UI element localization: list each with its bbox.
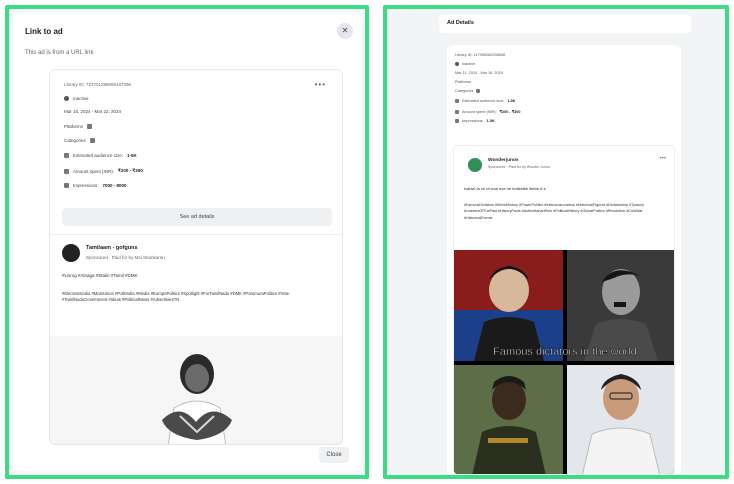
- audience-value: 1-5K: [127, 153, 137, 158]
- dates-row: Mar 15, 2024 - Mar 22, 2024: [64, 109, 121, 114]
- eye-icon: [455, 119, 459, 123]
- audience-icon: [64, 153, 69, 158]
- categories-label: Categories: [64, 138, 86, 143]
- impressions-label: Impressions:: [462, 119, 484, 123]
- ad-details-card: Library ID: 117955282038808 Inactive Mar…: [447, 45, 681, 475]
- money-icon: [64, 168, 69, 174]
- spend-value: ₹200 - ₹300: [499, 110, 521, 114]
- status-text: Inactive: [73, 96, 89, 101]
- sponsored-text: Sponsored · Paid for by Mai Shankaran: [86, 255, 165, 260]
- page-name[interactable]: Wonderjunos: [488, 158, 519, 163]
- impressions-label: Impressions:: [73, 183, 99, 188]
- library-id: Library ID: 117955282038808: [455, 53, 505, 57]
- platforms-label: Platforms: [64, 124, 84, 129]
- spend-label: Amount spent (INR):: [462, 109, 497, 114]
- category-icon: [89, 138, 95, 143]
- spend-row: Amount spent (INR): ₹200 - ₹300: [455, 109, 521, 114]
- ad-details-header: Ad Details: [439, 15, 691, 33]
- post-hashtags: #FamousDictators #WorldHistory #PowerPol…: [464, 203, 645, 220]
- dates-text: Mar 11, 2024 - Mar 18, 2024: [455, 71, 503, 75]
- categories-row: Categories: [455, 89, 481, 93]
- ad-post-preview: Wonderjunos Sponsored · Paid for by Wond…: [453, 145, 675, 475]
- avatar[interactable]: [62, 244, 80, 262]
- modal-title: Link to ad: [25, 27, 63, 36]
- link-to-ad-modal: Link to ad ✕ This ad is from a URL link …: [13, 13, 361, 471]
- divider: [50, 234, 342, 235]
- spend-row: Amount spent (INR): ₹200 - ₹300: [64, 168, 143, 174]
- status-dot-icon: [64, 96, 69, 101]
- library-id-text: Library ID: 117955282038808: [455, 53, 505, 57]
- money-icon: [455, 109, 459, 114]
- page-name[interactable]: Tamilaam - gofguns: [86, 245, 138, 251]
- audience-icon: [455, 99, 459, 103]
- dates-text: Mar 15, 2024 - Mar 22, 2024: [64, 109, 122, 114]
- impressions-row: Impressions: 7000 - 8000: [64, 183, 127, 188]
- status-row: Inactive: [64, 96, 89, 101]
- audience-value: 1-5K: [507, 99, 516, 103]
- page-title: Ad Details: [447, 20, 474, 26]
- spend-label: Amount spent (INR):: [73, 168, 115, 174]
- more-options-icon[interactable]: •••: [660, 156, 666, 162]
- ad-card: Library ID: 721701298086187296 ••• Inact…: [49, 69, 343, 445]
- dates-row: Mar 11, 2024 - Mar 18, 2024: [455, 71, 503, 75]
- collage-caption: Famous dictators in the world: [493, 346, 637, 358]
- status-dot-icon: [455, 62, 459, 66]
- see-ad-details-button[interactable]: See ad details: [62, 208, 332, 226]
- close-icon[interactable]: ✕: [337, 23, 353, 39]
- audience-label: Estimated audience size:: [73, 153, 124, 158]
- sponsored-text: Sponsored · Paid for by Wonder Junos: [488, 165, 550, 169]
- library-id: Library ID: 721701298086187296: [64, 82, 132, 87]
- impressions-row: Impressions: 1-5K: [455, 119, 495, 123]
- audience-row: Estimated audience size: 1-5K: [455, 99, 515, 103]
- impressions-value: 7000 - 8000: [102, 183, 127, 188]
- audience-label: Estimated audience size:: [462, 99, 505, 103]
- eye-icon: [64, 183, 69, 188]
- platforms-label: Platforms: [455, 80, 472, 84]
- left-screenshot-panel: Link to ad ✕ This ad is from a URL link …: [5, 5, 369, 479]
- info-icon[interactable]: [87, 124, 93, 129]
- dictators-collage-image: Famous dictators in the world: [454, 250, 674, 474]
- platforms-row: Platforms: [64, 124, 93, 129]
- right-screenshot-panel: Ad Details Library ID: 117955282038808 I…: [383, 5, 729, 479]
- modal-subtitle: This ad is from a URL link: [25, 50, 94, 56]
- status-text: Inactive: [462, 62, 476, 66]
- categories-row: Categories: [64, 138, 95, 143]
- impressions-value: 1-5K: [486, 119, 495, 123]
- platforms-row: Platforms: [455, 80, 471, 84]
- more-options-icon[interactable]: •••: [315, 80, 326, 89]
- audience-row: Estimated audience size: 1-5K: [64, 153, 137, 158]
- spend-value: ₹200 - ₹300: [118, 168, 143, 173]
- status-row: Inactive: [455, 62, 475, 66]
- ad-hashtags: #ElectionsIndia #MainUnion #PolitIndia #…: [62, 291, 289, 303]
- ad-text: #Lisrog #Alnaga #Stalin #Tamil #DMK: [62, 273, 138, 278]
- ad-creative-image: [50, 336, 342, 444]
- post-text: Ivanvil Ia vu of worl eve ne indiesthe l…: [464, 186, 546, 191]
- avatar[interactable]: [468, 158, 482, 172]
- category-icon: [476, 89, 481, 93]
- categories-label: Categories: [455, 89, 474, 93]
- close-button[interactable]: Close: [319, 447, 349, 463]
